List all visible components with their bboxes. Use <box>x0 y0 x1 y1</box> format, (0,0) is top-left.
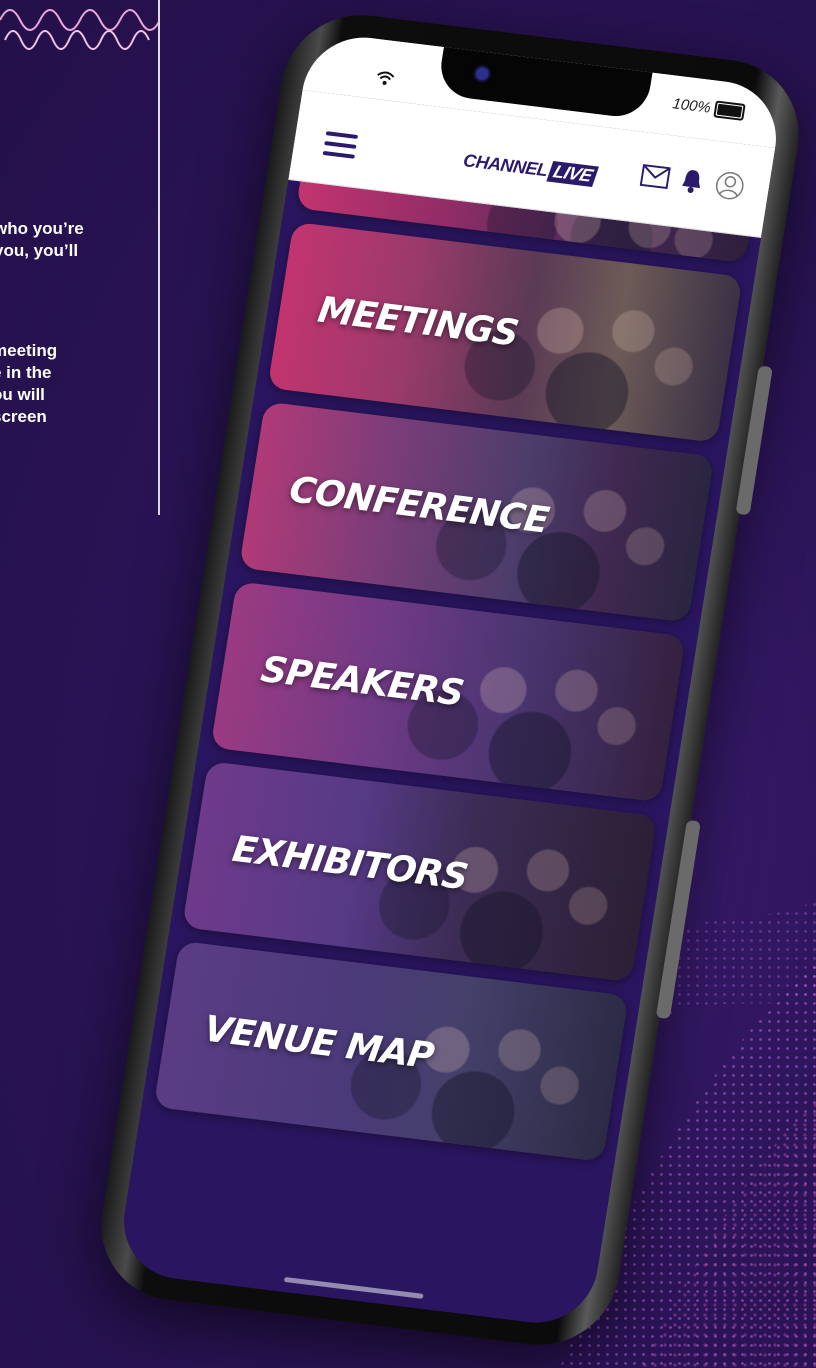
side-paragraph-1: who you’re you, you’ll <box>0 218 158 262</box>
hamburger-menu-icon[interactable] <box>322 131 359 159</box>
envelope-icon[interactable] <box>639 164 671 190</box>
user-icon[interactable] <box>713 169 747 202</box>
tile-label: SPEAKERS <box>258 648 467 714</box>
side-paragraph-2: meeting e in the ou will screen <box>0 340 158 428</box>
logo-live-text: LIVE <box>545 160 599 187</box>
tile-venue-map[interactable]: VENUE MAP <box>153 940 629 1162</box>
handwritten-decoration <box>0 9 158 50</box>
bell-icon[interactable] <box>679 167 705 195</box>
logo-channel-text: CHANNEL <box>461 150 549 181</box>
side-text-line: who you’re <box>0 219 84 238</box>
side-text-line: e in the <box>0 363 52 382</box>
tile-label: EXHIBITORS <box>229 828 471 898</box>
side-text-line: meeting <box>0 341 58 360</box>
wifi-icon <box>377 71 395 85</box>
side-text-panel: who you’re you, you’ll meeting e in the … <box>0 0 160 515</box>
app-logo: CHANNELLIVE <box>461 150 599 187</box>
side-text-line: screen <box>0 407 47 426</box>
tile-label: VENUE MAP <box>201 1008 437 1077</box>
camera-icon <box>475 67 490 81</box>
header-actions <box>639 160 747 202</box>
battery-percent: 100% <box>671 95 712 117</box>
tile-label: CONFERENCE <box>286 468 552 542</box>
side-text-line: you, you’ll <box>0 241 79 260</box>
side-text-line: ou will <box>0 385 45 404</box>
tile-label: MEETINGS <box>315 289 521 355</box>
battery-status: 100% <box>671 95 746 121</box>
battery-icon <box>713 100 746 121</box>
